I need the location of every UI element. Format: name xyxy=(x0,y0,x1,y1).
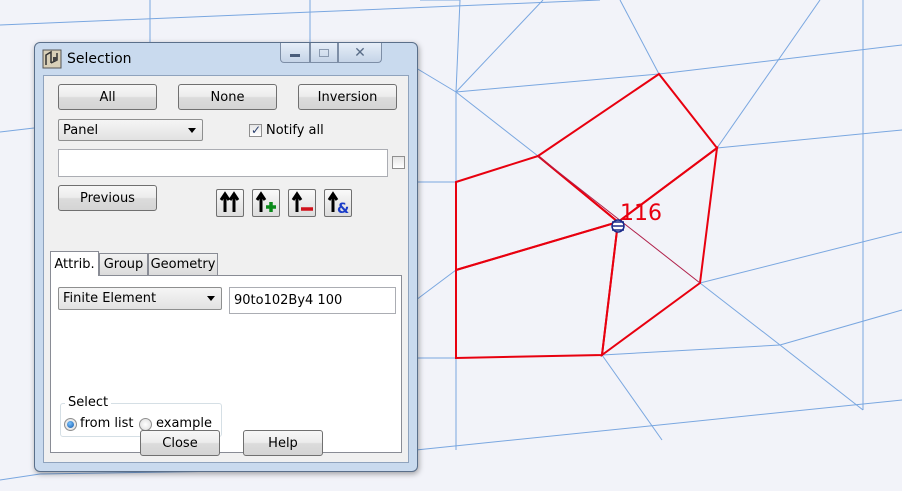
intersect-selection-button[interactable]: & xyxy=(324,189,352,217)
tab-geometry[interactable]: Geometry xyxy=(148,253,218,275)
example-label: example xyxy=(156,416,212,431)
previous-button[interactable]: Previous xyxy=(58,185,157,211)
from-list-radio[interactable] xyxy=(64,418,77,431)
tab-group[interactable]: Group xyxy=(99,253,148,275)
close-window-button[interactable]: ✕ xyxy=(338,43,382,63)
intersect-selection-icon: & xyxy=(327,191,349,217)
title-bar[interactable]: Selection ✕ xyxy=(35,43,417,75)
from-list-label: from list xyxy=(80,416,134,431)
remove-from-selection-icon xyxy=(291,191,313,212)
selection-list-checkbox[interactable] xyxy=(392,156,405,169)
close-icon: ✕ xyxy=(354,44,366,61)
select-none-button[interactable]: None xyxy=(178,84,277,110)
object-type-value: Panel xyxy=(63,122,99,138)
object-type-select[interactable]: Panel xyxy=(58,119,203,141)
select-all-button[interactable]: All xyxy=(58,84,157,110)
checkmark-icon: ✓ xyxy=(251,123,262,137)
close-dialog-button[interactable]: Close xyxy=(140,430,220,456)
attribute-filter-input[interactable]: 90to102By4 100 xyxy=(229,287,396,314)
add-to-selection-icon xyxy=(255,191,276,212)
chevron-down-icon xyxy=(207,296,215,301)
svg-text:&: & xyxy=(337,201,349,216)
select-all-up-icon xyxy=(219,191,240,212)
minimize-icon xyxy=(290,54,300,57)
tab-attrib[interactable]: Attrib. xyxy=(50,251,99,276)
dialog-client-area: All None Inversion Panel ✓ Notify all Pr… xyxy=(43,75,409,463)
help-button[interactable]: Help xyxy=(243,430,323,456)
add-to-selection-button[interactable] xyxy=(252,189,280,217)
window-title: Selection xyxy=(67,51,132,67)
remove-from-selection-button[interactable] xyxy=(288,189,316,217)
selection-dialog[interactable]: Selection ✕ All None Inversion Panel ✓ N… xyxy=(34,42,418,472)
node-label: 116 xyxy=(620,201,662,226)
selection-list-input[interactable] xyxy=(58,149,388,177)
element-type-select[interactable]: Finite Element xyxy=(58,287,222,310)
maximize-button[interactable] xyxy=(310,43,338,63)
maximize-icon xyxy=(319,48,329,57)
app-icon xyxy=(42,49,62,69)
attrib-tab-panel: Finite Element 90to102By4 100 Select fro… xyxy=(50,275,402,453)
element-type-value: Finite Element xyxy=(63,291,157,306)
select-all-up-button[interactable] xyxy=(216,189,244,217)
notify-all-checkbox[interactable]: ✓ xyxy=(249,123,262,137)
inversion-button[interactable]: Inversion xyxy=(298,84,397,110)
notify-all-label: Notify all xyxy=(266,123,324,138)
select-groupbox-title: Select xyxy=(65,395,112,410)
chevron-down-icon xyxy=(188,128,196,133)
minimize-button[interactable] xyxy=(280,43,310,63)
